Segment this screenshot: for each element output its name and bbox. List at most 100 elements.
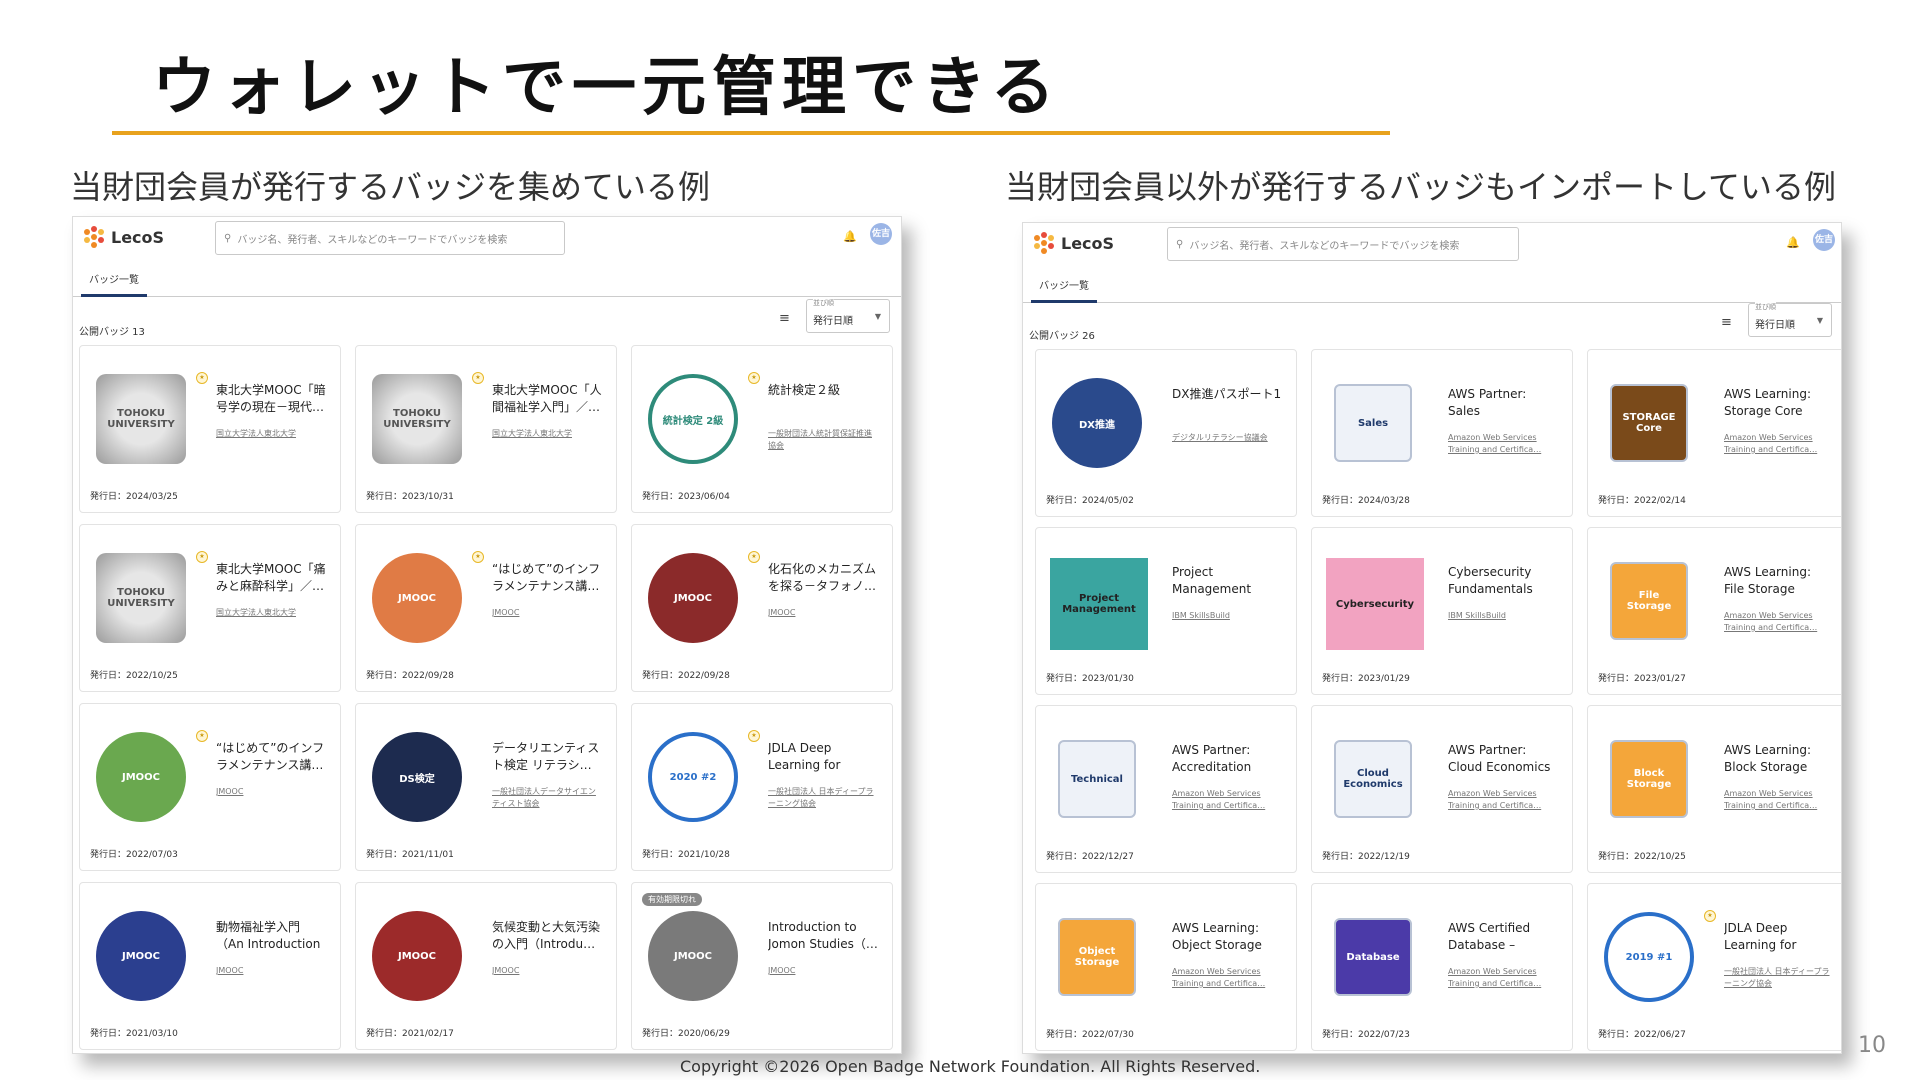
badge-name[interactable]: AWS Learning: Block Storage — [1724, 742, 1834, 776]
badge-name[interactable]: 東北大学MOOC「人間福祉学入門」／… — [492, 382, 602, 416]
badge-name[interactable]: JDLA Deep Learning for GENERA… — [768, 740, 878, 776]
chevron-down-icon: ▼ — [874, 312, 881, 321]
bell-icon[interactable]: 🔔 — [1786, 237, 1800, 249]
badge-name[interactable]: AWS Learning: Storage Core — [1724, 386, 1834, 420]
badge-issuer-link[interactable]: Amazon Web Services Training and Certifi… — [1172, 788, 1282, 812]
badge-issuer-link[interactable]: IBM SkillsBuild — [1172, 610, 1282, 622]
badge-card[interactable]: File Storage AWS Learning: File Storage Am… — [1587, 527, 1841, 695]
search-icon: ⚲ — [224, 232, 232, 244]
avatar[interactable]: 佐吉 — [1813, 229, 1835, 251]
badge-card[interactable]: Object Storage AWS Learning: Object Stora… — [1035, 883, 1297, 1051]
badge-name[interactable]: AWS Partner: Cloud Economics A… — [1448, 742, 1558, 778]
badge-issuer-link[interactable]: Amazon Web Services Training and Certifi… — [1724, 610, 1834, 634]
tohoku-badge: TOHOKU UNIVERSITY — [96, 374, 186, 464]
issue-date: 発行日：2023/06/04 — [642, 492, 730, 502]
badge-card[interactable]: JMOOC 有効期限切れ Introduction to Jomon Studies… — [631, 882, 893, 1050]
badge-issuer-link[interactable]: JMOOC — [216, 786, 326, 798]
badge-name[interactable]: データリエンティスト検定 リテラシ… — [492, 740, 602, 774]
sort-label: 並び順 — [1755, 302, 1776, 312]
badge-card[interactable]: JMOOC ★ 化石化のメカニズムを探る－タフォノ… JMOOC 発行日：2022/09… — [631, 524, 893, 692]
badge-name[interactable]: “はじめて”のインフラメンテナンス講… — [492, 561, 602, 595]
badge-issuer-link[interactable]: 国立大学法人東北大学 — [492, 428, 602, 440]
badge-name[interactable]: 動物福祉学入門（An Introduction … — [216, 919, 326, 955]
sort-icon[interactable]: ≡ — [779, 311, 790, 326]
badge-name[interactable]: Project Management Fundament… — [1172, 564, 1282, 600]
badge-card[interactable]: 2019 #1 ★ JDLA Deep Learning for GENERA… 一般… — [1587, 883, 1841, 1051]
badge-card[interactable]: 2020 #2 ★ JDLA Deep Learning for GENERA… 一般… — [631, 703, 893, 871]
sort-select[interactable]: 並び順 発行日順 ▼ — [806, 298, 890, 333]
badge-name[interactable]: AWS Partner: Accreditation (Tec… — [1172, 742, 1282, 778]
badge-name[interactable]: 気候変動と大気汚染の入門（Introdu… — [492, 919, 602, 953]
jdla-badge: 2020 #2 — [648, 732, 738, 822]
badge-card[interactable]: Cloud Economics AWS Partner: Cloud Econom… — [1311, 705, 1573, 873]
badge-issuer-link[interactable]: Amazon Web Services Training and Certifi… — [1448, 788, 1558, 812]
badge-issuer-link[interactable]: Amazon Web Services Training and Certifi… — [1448, 966, 1558, 990]
badge-name[interactable]: 東北大学MOOC「暗号学の現在－現代… — [216, 382, 326, 416]
issue-date: 発行日：2021/10/28 — [642, 850, 730, 860]
badge-name[interactable]: 化石化のメカニズムを探る－タフォノ… — [768, 561, 878, 595]
badge-count: 公開バッジ 13 — [79, 327, 145, 338]
badge-issuer-link[interactable]: Amazon Web Services Training and Certifi… — [1448, 432, 1558, 456]
badge-card[interactable]: JMOOC 気候変動と大気汚染の入門（Introdu… JMOOC 発行日：2021/… — [355, 882, 617, 1050]
badge-card[interactable]: JMOOC ★ “はじめて”のインフラメンテナンス講… JMOOC 発行日：2022/0… — [355, 524, 617, 692]
badge-issuer-link[interactable]: JMOOC — [492, 965, 602, 977]
badge-card[interactable]: 統計検定 2級 ★ 統計検定２級 一般財団法人統計質保証推進協会 発行日：2023/06… — [631, 345, 893, 513]
badge-card[interactable]: Sales AWS Partner: Sales Accreditatio… Ama… — [1311, 349, 1573, 517]
badge-card[interactable]: TOHOKU UNIVERSITY ★ 東北大学MOOC「痛みと麻酔科学」／… 国立大… — [79, 524, 341, 692]
tab-badge-list[interactable]: バッジ一覧 — [81, 271, 147, 297]
lecos-logo[interactable]: LecoS — [81, 225, 164, 249]
badge-card[interactable]: Cybersecurity Cybersecurity Fundamentals I… — [1311, 527, 1573, 695]
badge-card[interactable]: DS検定 データリエンティスト検定 リテラシ… 一般社団法人データサイエンティスト協… — [355, 703, 617, 871]
badge-card[interactable]: TOHOKU UNIVERSITY ★ 東北大学MOOC「暗号学の現在－現代… 国立大… — [79, 345, 341, 513]
badge-card[interactable]: Project Management Project Management Fun… — [1035, 527, 1297, 695]
badge-issuer-link[interactable]: 一般社団法人 日本ディープラーニング協会 — [768, 786, 878, 810]
tohoku-badge: TOHOKU UNIVERSITY — [96, 553, 186, 643]
badge-issuer-link[interactable]: JMOOC — [492, 607, 602, 619]
badge-name[interactable]: 統計検定２級 — [768, 382, 878, 399]
badge-issuer-link[interactable]: JMOOC — [216, 965, 326, 977]
badge-issuer-link[interactable]: Amazon Web Services Training and Certifi… — [1724, 788, 1834, 812]
badge-issuer-link[interactable]: JMOOC — [768, 965, 878, 977]
sort-select[interactable]: 並び順 発行日順 ▼ — [1748, 302, 1832, 337]
avatar[interactable]: 佐吉 — [870, 223, 892, 245]
search-input[interactable]: ⚲ バッジ名、発行者、スキルなどのキーワードでバッジを検索 — [1167, 227, 1519, 261]
badge-issuer-link[interactable]: 一般財団法人統計質保証推進協会 — [768, 428, 878, 452]
sort-icon[interactable]: ≡ — [1721, 315, 1732, 330]
issue-date: 発行日：2021/02/17 — [366, 1029, 454, 1039]
badge-card[interactable]: JMOOC 動物福祉学入門（An Introduction … JMOOC 発行日：2… — [79, 882, 341, 1050]
badge-name[interactable]: DX推進パスポート1 — [1172, 386, 1282, 403]
badge-card[interactable]: TOHOKU UNIVERSITY ★ 東北大学MOOC「人間福祉学入門」／… 国立大… — [355, 345, 617, 513]
lecos-logo[interactable]: LecoS — [1031, 231, 1114, 255]
badge-issuer-link[interactable]: Amazon Web Services Training and Certifi… — [1724, 432, 1834, 456]
badge-issuer-link[interactable]: Amazon Web Services Training and Certifi… — [1172, 966, 1282, 990]
badge-card[interactable]: Database AWS Certified Database – Specia…… — [1311, 883, 1573, 1051]
badge-card[interactable]: Block Storage AWS Learning: Block Storage… — [1587, 705, 1841, 873]
search-input[interactable]: ⚲ バッジ名、発行者、スキルなどのキーワードでバッジを検索 — [215, 221, 565, 255]
badge-card[interactable]: DX推進 DX推進パスポート1 デジタルリテラシー協議会 発行日：2024/05/02 — [1035, 349, 1297, 517]
tab-badge-list[interactable]: バッジ一覧 — [1031, 277, 1097, 303]
badge-issuer-link[interactable]: 国立大学法人東北大学 — [216, 607, 326, 619]
badge-image-text: 統計検定 2級 — [662, 415, 724, 427]
badge-name[interactable]: 東北大学MOOC「痛みと麻酔科学」／… — [216, 561, 326, 595]
tab-bar: バッジ一覧 — [73, 267, 901, 297]
badge-card[interactable]: STORAGE Core AWS Learning: Storage Core Am… — [1587, 349, 1841, 517]
lecos-logo-icon — [84, 226, 104, 248]
badge-name[interactable]: AWS Learning: Object Storage — [1172, 920, 1282, 954]
badge-issuer-link[interactable]: IBM SkillsBuild — [1448, 610, 1558, 622]
badge-name[interactable]: JDLA Deep Learning for GENERA… — [1724, 920, 1834, 956]
badge-card[interactable]: Technical AWS Partner: Accreditation (Tec… — [1035, 705, 1297, 873]
badge-name[interactable]: AWS Certified Database – Specia… — [1448, 920, 1558, 956]
badge-name[interactable]: “はじめて”のインフラメンテナンス講… — [216, 740, 326, 774]
badge-name[interactable]: Cybersecurity Fundamentals — [1448, 564, 1558, 598]
badge-card[interactable]: JMOOC ★ “はじめて”のインフラメンテナンス講… JMOOC 発行日：2022/0… — [79, 703, 341, 871]
app-header: LecoS ⚲ バッジ名、発行者、スキルなどのキーワードでバッジを検索 🔔 佐吉 — [73, 217, 901, 267]
badge-name[interactable]: Introduction to Jomon Studies（… — [768, 919, 878, 953]
badge-issuer-link[interactable]: デジタルリテラシー協議会 — [1172, 432, 1282, 444]
badge-issuer-link[interactable]: 一般社団法人データサイエンティスト協会 — [492, 786, 602, 810]
badge-issuer-link[interactable]: 国立大学法人東北大学 — [216, 428, 326, 440]
badge-issuer-link[interactable]: 一般社団法人 日本ディープラーニング協会 — [1724, 966, 1834, 990]
bell-icon[interactable]: 🔔 — [843, 231, 857, 243]
badge-name[interactable]: AWS Partner: Sales Accreditatio… — [1448, 386, 1558, 422]
badge-issuer-link[interactable]: JMOOC — [768, 607, 878, 619]
badge-name[interactable]: AWS Learning: File Storage — [1724, 564, 1834, 598]
